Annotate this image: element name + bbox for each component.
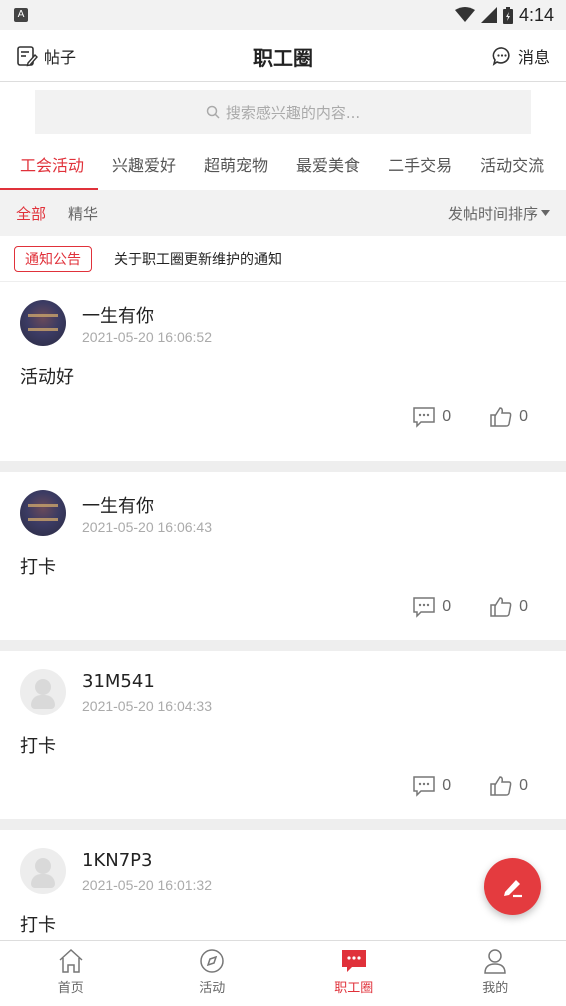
comment-icon [413,597,435,618]
comment-icon [413,407,435,428]
caret-down-icon [541,210,550,216]
notice-tag: 通知公告 [14,245,92,272]
avatar[interactable] [20,848,66,894]
thumbs-up-icon [490,776,512,796]
battery-icon [502,6,513,24]
chat-bubble-icon [341,950,366,972]
filter-bar: 全部 精华 发帖时间排序 [0,190,566,236]
comment-count: 0 [442,777,452,794]
bottom-nav: 首页 活动 职工圈 我的 [0,940,566,1006]
comment-button[interactable]: 0 [412,406,451,428]
notice-text: 关于职工圈更新维护的通知 [114,251,282,268]
search-input[interactable]: 搜索感兴趣的内容... [35,90,531,134]
thumbs-up-icon [490,597,512,617]
post-actions: 0 0 [412,775,528,797]
post-card[interactable]: 一生有你 2021-05-20 16:06:43 打卡 0 0 [0,461,566,640]
avatar[interactable] [20,490,66,536]
like-button[interactable]: 0 [489,406,528,428]
nav-profile-label: 我的 [482,981,509,996]
signal-icon [480,7,497,23]
app-header: 帖子 职工圈 消息 [0,30,566,82]
messages-button[interactable]: 消息 [492,44,550,68]
notice-bar[interactable]: 通知公告 关于职工圈更新维护的通知 [0,236,566,282]
post-content: 打卡 [20,736,56,757]
nav-staff-circle-label: 职工圈 [334,981,374,996]
thumbs-up-icon [490,407,512,427]
tab-second-hand[interactable]: 二手交易 [374,144,466,190]
post-timestamp: 2021-05-20 16:01:32 [82,877,212,893]
comment-button[interactable]: 0 [412,775,451,797]
avatar[interactable] [20,300,66,346]
post-card[interactable]: 31M541 2021-05-20 16:04:33 打卡 0 0 [0,640,566,819]
wifi-icon [454,7,475,22]
home-icon [59,948,83,973]
sort-label: 发帖时间排序 [447,204,538,223]
comment-button[interactable]: 0 [412,596,451,618]
post-username: 一生有你 [82,496,154,517]
nav-staff-circle[interactable]: 职工圈 [283,941,425,1006]
comment-count: 0 [442,598,452,615]
post-content: 打卡 [20,915,56,936]
search-icon [206,105,220,119]
search-placeholder: 搜索感兴趣的内容... [225,103,361,122]
page-title: 职工圈 [253,46,313,70]
post-content: 活动好 [20,367,74,388]
tab-activity-exchange[interactable]: 活动交流 [466,144,558,190]
sort-dropdown[interactable]: 发帖时间排序 [448,203,550,224]
compass-icon [200,949,224,973]
like-button[interactable]: 0 [489,596,528,618]
nav-activities[interactable]: 活动 [142,941,284,1006]
post-card[interactable]: 1KN7P3 2021-05-20 16:01:32 打卡 [0,819,566,959]
comment-count: 0 [442,408,452,425]
like-count: 0 [519,408,528,425]
tab-union-activities[interactable]: 工会活动 [0,144,99,190]
tab-pets[interactable]: 超萌宠物 [190,144,282,190]
post-username: 31M541 [82,671,155,692]
nav-home[interactable]: 首页 [0,941,142,1006]
post-actions: 0 0 [412,596,528,618]
nav-home-label: 首页 [57,981,84,996]
post-timestamp: 2021-05-20 16:04:33 [82,698,212,714]
status-bar-right: 4:14 [454,4,554,26]
tab-hobbies[interactable]: 兴趣爱好 [98,144,190,190]
like-count: 0 [519,777,528,794]
post-timestamp: 2021-05-20 16:06:43 [82,519,212,535]
search-area: 搜索感兴趣的内容... [0,82,566,144]
post-username: 一生有你 [82,306,154,327]
post-actions: 0 0 [412,406,528,428]
clock: 4:14 [518,4,554,25]
post-feed: 一生有你 2021-05-20 16:06:52 活动好 0 0 一生有你 20… [0,282,566,959]
status-bar: A 4:14 [0,0,566,30]
avatar[interactable] [20,669,66,715]
new-post-button[interactable] [484,858,541,915]
category-tabs: 工会活动 兴趣爱好 超萌宠物 最爱美食 二手交易 活动交流 [0,144,566,190]
like-count: 0 [519,598,528,615]
messages-label: 消息 [517,48,550,67]
post-card[interactable]: 一生有你 2021-05-20 16:06:52 活动好 0 0 [0,282,566,450]
nav-profile[interactable]: 我的 [425,941,566,1006]
like-button[interactable]: 0 [489,775,528,797]
post-timestamp: 2021-05-20 16:06:52 [82,329,212,345]
person-icon [484,949,507,974]
filter-featured[interactable]: 精华 [68,203,98,224]
post-username: 1KN7P3 [82,850,153,871]
nav-activities-label: 活动 [199,981,226,996]
filter-all[interactable]: 全部 [16,203,46,224]
pencil-icon [503,879,522,897]
tab-food[interactable]: 最爱美食 [282,144,374,190]
notification-icon: A [14,8,28,22]
message-icon [492,47,510,66]
comment-icon [413,776,435,797]
post-content: 打卡 [20,557,56,578]
